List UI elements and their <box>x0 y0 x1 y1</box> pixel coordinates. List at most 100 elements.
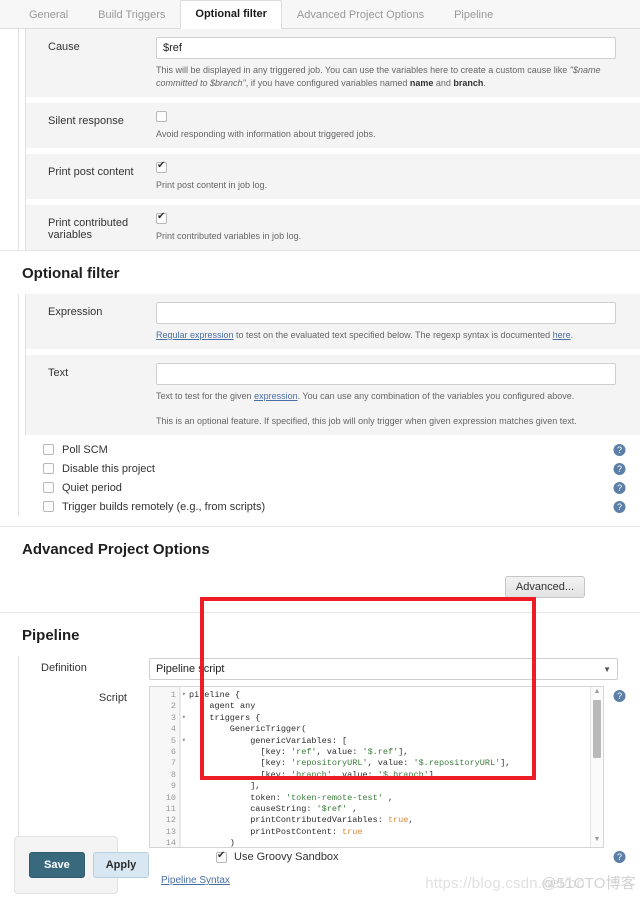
cause-label: Cause <box>48 41 80 53</box>
poll-scm-label: Poll SCM <box>62 443 108 456</box>
print-contributed-variables-field-wrap: Print contributed variables in job log. <box>156 211 640 250</box>
editor-line-number: 6 <box>170 746 176 757</box>
print-contributed-variables-checkbox[interactable] <box>156 211 167 224</box>
help-icon[interactable]: ? <box>613 851 626 864</box>
regular-expression-link[interactable]: Regular expression <box>156 330 234 340</box>
cause-desc-part2: , if you have configured variables named <box>245 78 410 88</box>
editor-line-number: 8 <box>170 769 176 780</box>
help-icon[interactable]: ? <box>613 443 626 456</box>
svg-text:?: ? <box>617 852 622 862</box>
help-icon[interactable]: ? <box>613 481 626 494</box>
editor-line-number: 7 <box>170 758 176 769</box>
code-fold-icon[interactable]: ▾ <box>182 690 186 701</box>
pipeline-syntax-link[interactable]: Pipeline Syntax <box>161 875 230 886</box>
editor-line-number: 11 <box>165 803 176 814</box>
editor-code-line: printPostContent: true <box>189 826 363 837</box>
tab-general[interactable]: General <box>14 1 83 29</box>
trigger-builds-remotely-checkbox[interactable] <box>43 501 54 512</box>
disable-this-project-checkbox[interactable] <box>43 463 54 474</box>
cause-desc-bold-name: name <box>409 78 434 88</box>
advanced-button[interactable]: Advanced... <box>504 576 585 598</box>
scroll-up-arrow-icon[interactable]: ▲ <box>591 687 603 697</box>
code-fold-icon[interactable]: ▾ <box>182 736 186 747</box>
expression-link[interactable]: expression <box>254 391 298 401</box>
tab-advanced-project-options[interactable]: Advanced Project Options <box>282 1 439 29</box>
editor-code-line: ], <box>189 781 261 792</box>
use-groovy-sandbox-checkbox[interactable] <box>216 850 227 863</box>
option-row-disable-project[interactable]: Disable this project ? <box>19 459 640 478</box>
editor-line-number: 14 <box>165 838 176 848</box>
help-icon[interactable]: ? <box>613 690 626 703</box>
svg-text:?: ? <box>617 445 622 455</box>
save-button[interactable]: Save <box>29 852 85 878</box>
option-row-trigger-builds-remotely[interactable]: Trigger builds remotely (e.g., from scri… <box>19 497 640 516</box>
cause-desc-part3: and <box>433 78 454 88</box>
here-link[interactable]: here <box>553 330 571 340</box>
form-action-bar: Save Apply <box>14 836 150 894</box>
pipeline-heading: Pipeline <box>0 613 640 656</box>
tab-optional-filter[interactable]: Optional filter <box>180 0 282 29</box>
editor-code-line: printContributedVariables: true, <box>189 815 414 826</box>
advanced-project-options-heading: Advanced Project Options <box>0 527 640 570</box>
text-description: Text to test for the given expression. Y… <box>156 385 616 410</box>
scroll-down-arrow-icon[interactable]: ▼ <box>591 835 603 845</box>
cause-desc-part1: This will be displayed in any triggered … <box>156 65 570 75</box>
script-label: Script <box>98 692 127 704</box>
editor-vertical-scrollbar[interactable]: ▲ ▼ <box>590 687 603 847</box>
editor-code-line: causeString: '$ref' , <box>189 803 358 814</box>
svg-text:?: ? <box>617 464 622 474</box>
scrollbar-thumb[interactable] <box>593 700 601 758</box>
print-post-content-label: Print post content <box>48 166 134 178</box>
script-editor[interactable]: 1▾23▾45▾67891011121314151617▾ pipeline {… <box>149 686 604 848</box>
tab-bar: General Build Triggers Optional filter A… <box>0 0 640 29</box>
cause-input[interactable] <box>156 37 616 59</box>
option-row-quiet-period[interactable]: Quiet period ? <box>19 478 640 497</box>
script-editor-wrap: 1▾23▾45▾67891011121314151617▾ pipeline {… <box>149 686 604 848</box>
editor-line-number: 9 <box>170 781 176 792</box>
option-row-poll-scm[interactable]: Poll SCM ? <box>19 440 640 459</box>
svg-text:?: ? <box>617 502 622 512</box>
editor-code-line: [key: 'branch', value: '$.branch'] <box>189 769 434 780</box>
tab-build-triggers[interactable]: Build Triggers <box>83 1 180 29</box>
tab-pipeline[interactable]: Pipeline <box>439 1 508 29</box>
editor-code-area[interactable]: pipeline { agent any triggers { GenericT… <box>180 687 603 847</box>
cause-description: This will be displayed in any triggered … <box>156 59 616 97</box>
quiet-period-checkbox[interactable] <box>43 482 54 493</box>
optional-filter-note: This is an optional feature. If specifie… <box>156 416 577 426</box>
text-input[interactable] <box>156 363 616 385</box>
project-options-list: Poll SCM ? Disable this project ? Quiet … <box>18 435 640 516</box>
editor-code-line: GenericTrigger( <box>189 724 307 735</box>
expression-input[interactable] <box>156 302 616 324</box>
help-icon[interactable]: ? <box>613 500 626 513</box>
print-post-content-checkbox[interactable] <box>156 160 167 173</box>
field-row-script: Script 1▾23▾45▾67891011121314151617▾ pip… <box>19 680 640 848</box>
editor-gutter: 1▾23▾45▾67891011121314151617▾ <box>150 687 186 848</box>
editor-code-line: agent any <box>189 701 256 712</box>
definition-label: Definition <box>41 662 87 674</box>
editor-line-number: 1 ▾ <box>170 690 186 700</box>
help-icon[interactable]: ? <box>613 462 626 475</box>
code-fold-icon[interactable]: ▾ <box>182 713 186 724</box>
field-row-expression: Expression Regular expression to test on… <box>26 294 640 349</box>
apply-button[interactable]: Apply <box>92 852 150 878</box>
print-post-content-description: Print post content in job log. <box>156 180 268 190</box>
editor-line-number: 13 <box>165 826 176 837</box>
text-label: Text <box>48 367 69 379</box>
definition-select[interactable]: Pipeline script ▼ <box>149 658 618 680</box>
editor-code-line: ) <box>189 838 235 847</box>
disable-this-project-label: Disable this project <box>62 462 155 475</box>
trigger-builds-remotely-label: Trigger builds remotely (e.g., from scri… <box>62 500 266 513</box>
definition-field-wrap: Pipeline script ▼ <box>149 658 640 680</box>
optional-filter-panel: Expression Regular expression to test on… <box>18 294 640 435</box>
poll-scm-checkbox[interactable] <box>43 444 54 455</box>
silent-response-field-wrap: Avoid responding with information about … <box>156 111 640 148</box>
field-row-text: Text Text to test for the given expressi… <box>26 355 640 435</box>
definition-select-value: Pipeline script <box>156 663 225 675</box>
silent-response-checkbox[interactable] <box>156 111 167 122</box>
optional-filter-heading: Optional filter <box>0 251 640 294</box>
advanced-button-wrap: Advanced... <box>0 570 640 612</box>
optional-filter-fields: Expression Regular expression to test on… <box>25 294 640 435</box>
expression-desc-mid: to test on the evaluated text specified … <box>233 330 553 340</box>
field-row-print-post-content: Print post content Print post content in… <box>26 154 640 199</box>
text-desc-pre: Text to test for the given <box>156 391 255 401</box>
